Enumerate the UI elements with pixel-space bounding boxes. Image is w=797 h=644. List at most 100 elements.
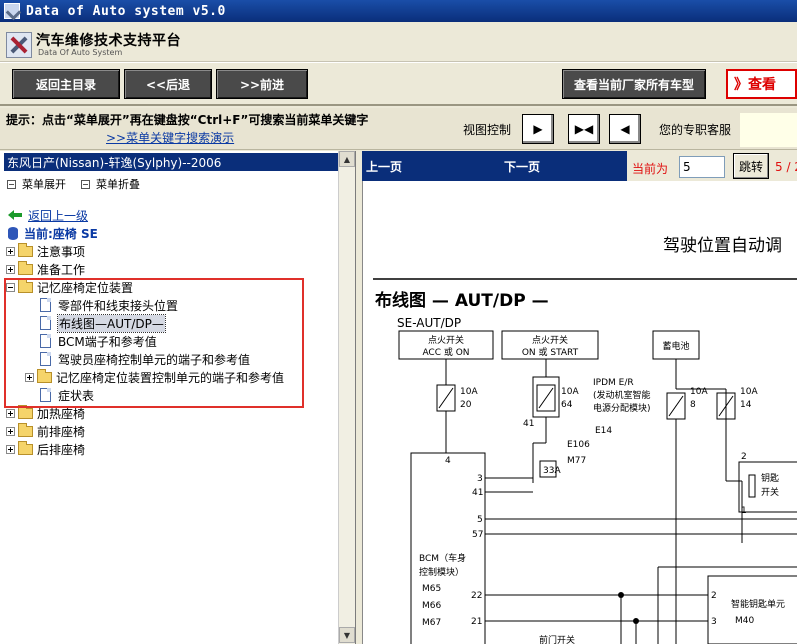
smart-key-pin-3: 3 xyxy=(711,617,717,627)
menu-expand-label: 菜单展开 xyxy=(22,178,66,191)
folder-icon xyxy=(18,440,33,455)
expand-right-button[interactable]: ▶ xyxy=(522,114,554,144)
folder-icon xyxy=(18,242,33,257)
all-models-button[interactable]: 查看当前厂家所有车型 xyxy=(562,69,706,99)
document-icon xyxy=(40,298,51,312)
arrow-left-icon: ◀ xyxy=(620,122,630,136)
key-pin-2: 2 xyxy=(741,452,747,462)
m67-label: M67 xyxy=(422,618,441,628)
folder-icon xyxy=(18,260,33,275)
service-panel[interactable] xyxy=(740,113,797,147)
fuse3-rating: 10A xyxy=(690,387,708,397)
title-bar: Data of Auto system v5.0 xyxy=(0,0,797,22)
tree-node-front-seat[interactable]: 前排座椅 xyxy=(6,422,85,440)
tree-node-memory-seat-control-unit[interactable]: 记忆座椅定位装置控制单元的端子和参考值 xyxy=(25,368,284,386)
prev-page-link[interactable]: 上一页 xyxy=(366,158,402,175)
tree-node-rear-seat[interactable]: 后排座椅 xyxy=(6,440,85,458)
expand-plus-icon[interactable] xyxy=(6,408,15,418)
tree-leaf-symptom-table[interactable]: 症状表 xyxy=(40,386,94,404)
document-icon xyxy=(40,316,51,330)
header: 汽车维修技术支持平台 Data Of Auto System xyxy=(0,22,797,62)
bcm-pin-21: 21 xyxy=(471,617,482,627)
battery-label: 蓄电池 xyxy=(662,340,689,352)
expand-plus-icon[interactable] xyxy=(6,264,15,274)
next-page-link[interactable]: 下一页 xyxy=(504,158,540,175)
tree-leaf-bcm-terminals[interactable]: BCM端子和参考值 xyxy=(40,332,157,350)
service-label: 您的专职客服 xyxy=(659,123,732,137)
tree-node-notes[interactable]: 注意事项 xyxy=(6,242,85,260)
ipdm-label-2: (发动机室智能 xyxy=(593,389,651,401)
page-nav-bar: 上一页 下一页 当前为 5 跳转 5 / 2 xyxy=(362,151,797,181)
m77-label: M77 xyxy=(567,456,586,466)
document-icon xyxy=(40,334,51,348)
tree-label: 前排座椅 xyxy=(37,424,86,439)
menu-scrollbar[interactable]: ▲ ▼ xyxy=(338,151,355,644)
fuse4-rating: 10A xyxy=(740,387,758,397)
door-switch-label: 前门开关 xyxy=(539,634,575,644)
back-button[interactable]: <<后退 xyxy=(124,69,212,99)
tree-label: 记忆座椅定位装置 xyxy=(37,280,134,295)
tree-node-heated-seat[interactable]: 加热座椅 xyxy=(6,404,85,422)
home-button[interactable]: 返回主目录 xyxy=(12,69,120,99)
scroll-up-icon[interactable]: ▲ xyxy=(339,151,355,167)
menu-collapse-button[interactable]: 菜单折叠 xyxy=(81,176,140,192)
search-demo-link[interactable]: >>菜单关键字搜索演示 xyxy=(106,129,234,146)
tree-label: 后排座椅 xyxy=(37,442,86,457)
back-up-label: 返回上一级 xyxy=(28,208,89,223)
bcm-pin-22: 22 xyxy=(471,591,482,601)
key-pin-1: 1 xyxy=(741,506,747,516)
menu-panel: 东风日产(Nissan)-轩逸(Sylphy)--2006 菜单展开 菜单折叠 … xyxy=(0,151,356,644)
ign-acc-label-1: 点火开关 xyxy=(428,334,464,346)
scroll-down-icon[interactable]: ▼ xyxy=(339,627,355,643)
current-location-label: 当前:座椅 SE xyxy=(24,226,98,241)
document-panel: 上一页 下一页 当前为 5 跳转 5 / 2 驾驶位置自动调 布线图 — AUT… xyxy=(362,151,797,644)
brand-subtitle: Data Of Auto System xyxy=(38,48,123,57)
ipdm-pin-label: 41 xyxy=(523,419,534,429)
tree-leaf-wiring-diagram[interactable]: 布线图—AUT/DP— xyxy=(40,313,166,333)
ipdm-label-1: IPDM E/R xyxy=(593,378,634,388)
green-back-arrow-icon xyxy=(8,210,22,220)
wrench-screwdriver-icon xyxy=(6,32,32,58)
collapse-minus-icon[interactable] xyxy=(6,282,15,292)
expand-plus-icon[interactable] xyxy=(6,444,15,454)
ign-start-label-2: ON 或 START xyxy=(522,346,579,358)
jump-button[interactable]: 跳转 xyxy=(733,153,769,179)
split-view-button[interactable]: ▶◀ xyxy=(568,114,600,144)
hot-link-button[interactable]: 》查看 xyxy=(726,69,797,99)
smart-key-box xyxy=(707,575,797,644)
collapse-box-icon xyxy=(81,179,90,189)
search-hint: 提示：点击“菜单展开”再在键盘按“Ctrl+F”可搜索当前菜单关键字 xyxy=(6,113,369,127)
folder-icon xyxy=(18,422,33,437)
tree-node-preparation[interactable]: 准备工作 xyxy=(6,260,85,278)
folder-icon xyxy=(37,368,52,383)
tree-label: BCM端子和参考值 xyxy=(58,334,157,349)
main-toolbar: 返回主目录 <<后退 >>前进 查看当前厂家所有车型 》查看 xyxy=(0,62,797,106)
window-title: Data of Auto system v5.0 xyxy=(26,3,226,19)
expand-plus-icon[interactable] xyxy=(6,246,15,256)
view-control-label: 视图控制 xyxy=(463,123,512,137)
expand-plus-icon[interactable] xyxy=(25,372,34,382)
expand-box-icon xyxy=(7,179,16,189)
tree-label: 零部件和线束接头位置 xyxy=(58,298,179,313)
bcm-pin-3: 3 xyxy=(477,474,483,484)
m65-label: M65 xyxy=(422,584,441,594)
junction-dot xyxy=(618,592,624,598)
tree-leaf-driver-seat-unit[interactable]: 驾驶员座椅控制单元的端子和参考值 xyxy=(40,350,250,368)
menu-expand-button[interactable]: 菜单展开 xyxy=(7,176,66,192)
vehicle-title: 东风日产(Nissan)-轩逸(Sylphy)--2006 xyxy=(4,153,352,171)
bcm-pin-5: 5 xyxy=(477,515,483,525)
smart-key-label: 智能钥匙单元 xyxy=(731,598,785,610)
back-up-link[interactable]: 返回上一级 xyxy=(8,206,88,224)
ign-start-label-1: 点火开关 xyxy=(532,334,568,346)
page-number-input[interactable]: 5 xyxy=(679,156,725,178)
e106-label: E106 xyxy=(567,440,590,450)
tree-node-memory-seat[interactable]: 记忆座椅定位装置 xyxy=(6,278,133,296)
expand-left-button[interactable]: ◀ xyxy=(609,114,641,144)
current-location: 当前:座椅 SE xyxy=(8,224,98,242)
brand-title: 汽车维修技术支持平台 xyxy=(36,33,181,49)
fuse4-number: 14 xyxy=(740,400,752,410)
bcm-box xyxy=(410,452,486,644)
forward-button[interactable]: >>前进 xyxy=(216,69,308,99)
expand-plus-icon[interactable] xyxy=(6,426,15,436)
tree-leaf-component-locations[interactable]: 零部件和线束接头位置 xyxy=(40,296,178,314)
